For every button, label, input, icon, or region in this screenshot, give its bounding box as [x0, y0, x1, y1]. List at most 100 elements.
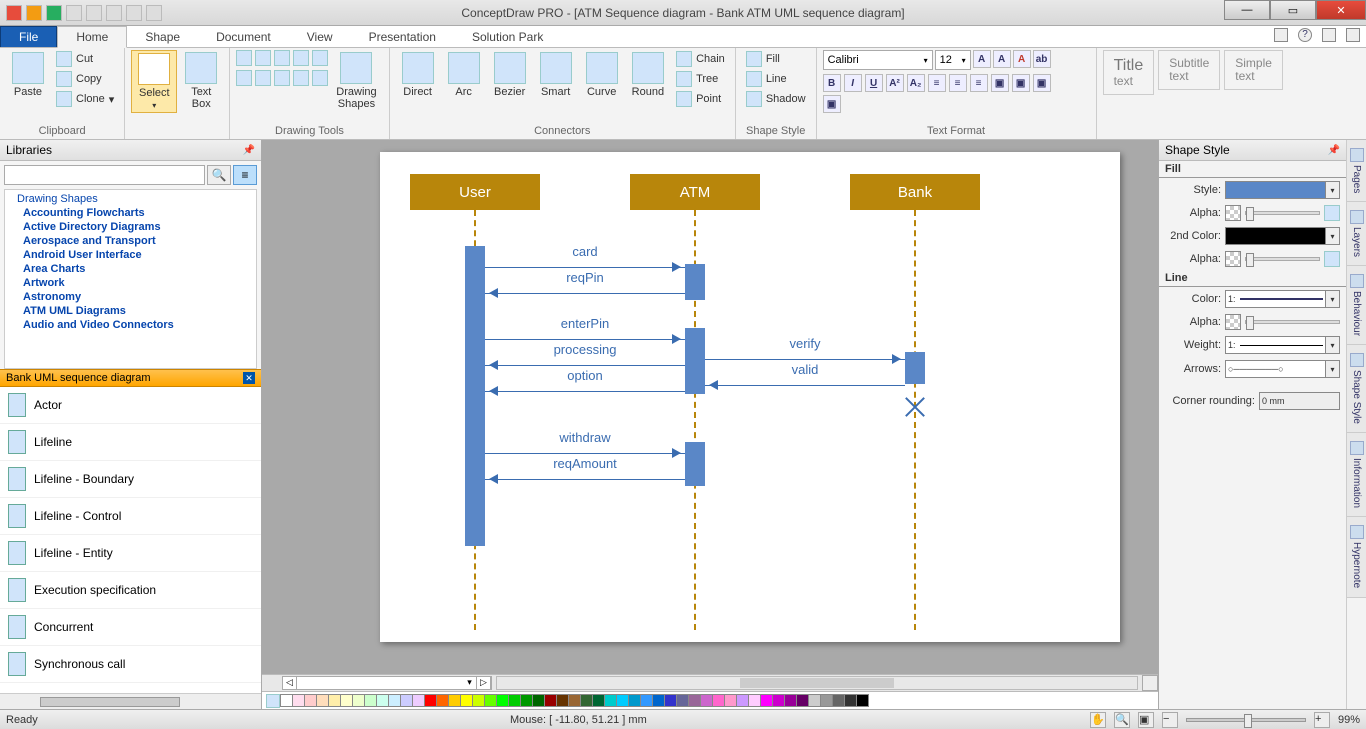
title-text-style-button[interactable]: Titletext — [1103, 50, 1155, 95]
cut-button[interactable]: Cut — [52, 50, 118, 68]
qat-icon[interactable] — [26, 5, 42, 21]
shape-lifeline-boundary[interactable]: Lifeline - Boundary — [0, 461, 261, 498]
shape-synchronous-call[interactable]: Synchronous call — [0, 646, 261, 683]
subscript-icon[interactable]: A₂ — [907, 74, 925, 92]
corner-rounding-input[interactable]: 0 mm — [1259, 392, 1340, 410]
close-button[interactable]: ✕ — [1316, 0, 1366, 20]
tool-icon[interactable] — [255, 70, 271, 86]
shape-list[interactable]: Actor Lifeline Lifeline - Boundary Lifel… — [0, 387, 261, 693]
shape-tab[interactable]: Shape — [127, 27, 198, 47]
page-next-icon[interactable]: ▷ — [477, 677, 491, 689]
exec-bank[interactable] — [905, 352, 925, 384]
rtab-information[interactable]: Information — [1347, 433, 1366, 517]
rect-tool-icon[interactable] — [293, 50, 309, 66]
align-center-icon[interactable]: ≡ — [949, 74, 967, 92]
line-weight-select[interactable]: 1:▾ — [1225, 336, 1340, 354]
page-prev-icon[interactable]: ◁ — [283, 677, 297, 689]
bezier-connector-button[interactable]: Bezier — [488, 50, 532, 100]
line-tool-icon[interactable] — [236, 50, 252, 66]
lib-area-charts[interactable]: Area Charts — [7, 262, 254, 276]
increase-font-icon[interactable]: A — [973, 50, 991, 68]
tool-icon[interactable] — [293, 70, 309, 86]
zoom-out-icon[interactable]: − — [1162, 712, 1178, 728]
line-alpha-slider[interactable] — [1245, 320, 1340, 324]
alpha-btn[interactable] — [1324, 251, 1340, 267]
fill-style-select[interactable]: ▾ — [1225, 181, 1340, 199]
second-alpha-slider[interactable] — [1245, 257, 1320, 261]
actor-user[interactable]: User — [410, 174, 540, 210]
qat-redo-icon[interactable] — [106, 5, 122, 21]
highlight-icon[interactable]: ab — [1033, 50, 1051, 68]
qat-save-icon[interactable] — [66, 5, 82, 21]
align-middle-icon[interactable]: ▣ — [1012, 74, 1030, 92]
canvas-horizontal-scrollbar[interactable] — [496, 676, 1138, 690]
exec-atm-2[interactable] — [685, 328, 705, 394]
lib-astronomy[interactable]: Astronomy — [7, 290, 254, 304]
lib-aerospace[interactable]: Aerospace and Transport — [7, 234, 254, 248]
drawing-shapes-button[interactable]: Drawing Shapes — [330, 50, 382, 112]
maximize-button[interactable]: ▭ — [1270, 0, 1316, 20]
fit-page-icon[interactable]: ▣ — [1138, 712, 1154, 728]
zoom-in-icon[interactable]: + — [1314, 712, 1330, 728]
help-icon[interactable]: ? — [1298, 28, 1312, 42]
pin-icon[interactable]: 📌 — [1328, 145, 1340, 156]
window-options-icon[interactable] — [1274, 28, 1288, 42]
shape-execution-spec[interactable]: Execution specification — [0, 572, 261, 609]
superscript-icon[interactable]: A² — [886, 74, 904, 92]
qat-icon[interactable] — [46, 5, 62, 21]
palette-tool-icon[interactable] — [266, 694, 280, 708]
decrease-font-icon[interactable]: A — [993, 50, 1011, 68]
tool-icon[interactable] — [236, 70, 252, 86]
lib-artwork[interactable]: Artwork — [7, 276, 254, 290]
lib-accounting[interactable]: Accounting Flowcharts — [7, 206, 254, 220]
point-button[interactable]: Point — [672, 90, 729, 108]
destruction-bank[interactable] — [904, 396, 926, 418]
font-size-select[interactable]: 12▾ — [935, 50, 971, 70]
rtab-behaviour[interactable]: Behaviour — [1347, 266, 1366, 345]
lib-atm-uml[interactable]: ATM UML Diagrams — [7, 304, 254, 318]
arc-tool-icon[interactable] — [255, 50, 271, 66]
simple-text-style-button[interactable]: Simpletext — [1224, 50, 1283, 90]
italic-icon[interactable]: I — [844, 74, 862, 92]
tree-button[interactable]: Tree — [672, 70, 729, 88]
view-tab[interactable]: View — [289, 27, 351, 47]
spline-tool-icon[interactable] — [274, 50, 290, 66]
align-bottom-icon[interactable]: ▣ — [1033, 74, 1051, 92]
shadow-button[interactable]: Shadow — [742, 90, 810, 108]
qat-icon[interactable] — [126, 5, 142, 21]
lib-android[interactable]: Android User Interface — [7, 248, 254, 262]
lib-active-directory[interactable]: Active Directory Diagrams — [7, 220, 254, 234]
line-button[interactable]: Line — [742, 70, 810, 88]
chevron-up-icon[interactable] — [1322, 28, 1336, 42]
rtab-pages[interactable]: Pages — [1347, 140, 1366, 202]
direct-connector-button[interactable]: Direct — [396, 50, 440, 100]
rtab-shape-style[interactable]: Shape Style — [1347, 345, 1366, 433]
round-connector-button[interactable]: Round — [626, 50, 670, 100]
file-tab[interactable]: File — [0, 26, 57, 47]
tool-icon[interactable] — [274, 70, 290, 86]
shape-lifeline-control[interactable]: Lifeline - Control — [0, 498, 261, 535]
scroll-options-icon[interactable] — [1142, 675, 1158, 691]
second-color-select[interactable]: ▾ — [1225, 227, 1340, 245]
fill-alpha-slider[interactable] — [1245, 211, 1320, 215]
shape-lifeline[interactable]: Lifeline — [0, 424, 261, 461]
qat-undo-icon[interactable] — [86, 5, 102, 21]
exec-user[interactable] — [465, 246, 485, 546]
current-library-header[interactable]: Bank UML sequence diagram ✕ — [0, 369, 261, 387]
smart-connector-button[interactable]: Smart — [534, 50, 578, 100]
alpha-btn[interactable] — [1324, 205, 1340, 221]
subtitle-text-style-button[interactable]: Subtitletext — [1158, 50, 1220, 90]
zoom-slider[interactable] — [1186, 718, 1306, 722]
font-color-icon[interactable]: A — [1013, 50, 1031, 68]
chevron-down-icon[interactable] — [1346, 28, 1360, 42]
solutionpark-tab[interactable]: Solution Park — [454, 27, 561, 47]
hand-tool-icon[interactable]: ✋ — [1090, 712, 1106, 728]
page-dropdown-icon[interactable]: ▾ — [463, 677, 477, 689]
text-format-icon[interactable]: ▣ — [823, 95, 841, 113]
shape-concurrent[interactable]: Concurrent — [0, 609, 261, 646]
arrows-select[interactable]: ○───────○▾ — [1225, 360, 1340, 378]
textbox-button[interactable]: Text Box — [179, 50, 223, 112]
font-select[interactable]: Calibri▾ — [823, 50, 933, 70]
bold-icon[interactable]: B — [823, 74, 841, 92]
exec-atm-3[interactable] — [685, 442, 705, 486]
